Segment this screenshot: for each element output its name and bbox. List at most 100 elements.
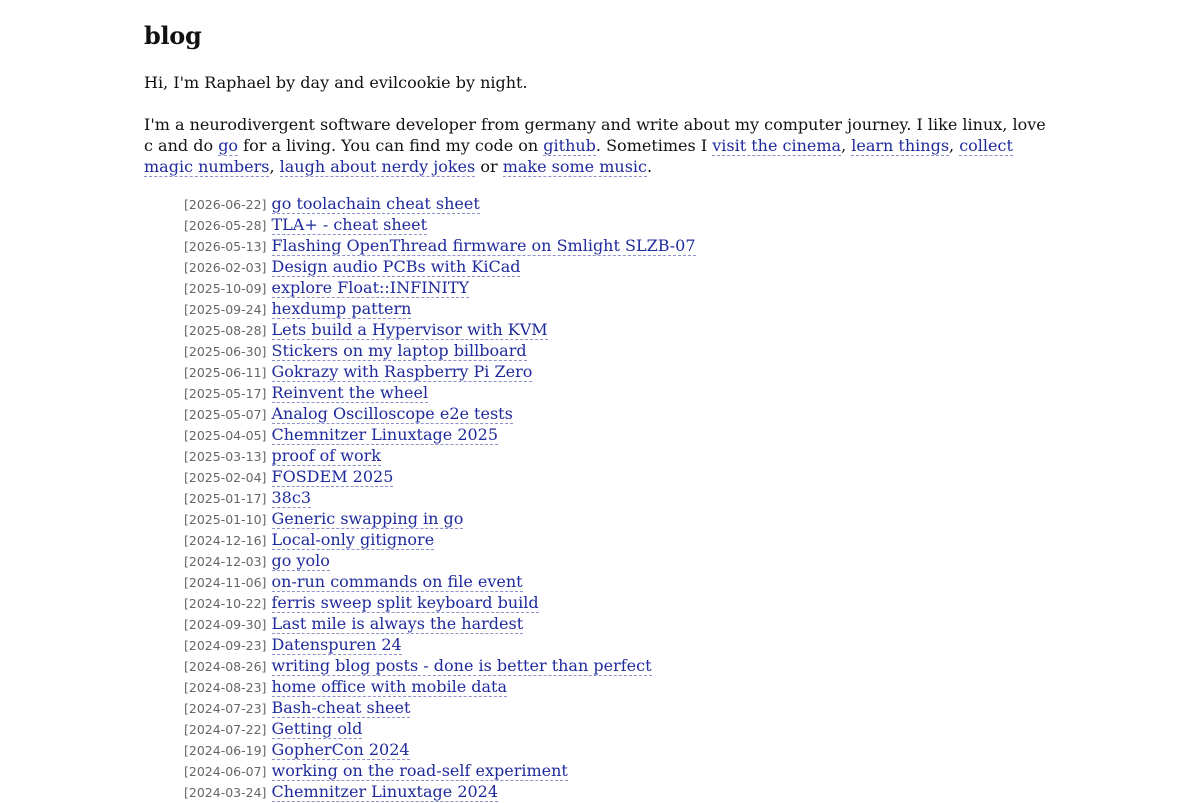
- about-separator: ,: [269, 157, 280, 176]
- post-link[interactable]: go yolo: [271, 551, 330, 571]
- post-list-item: [2025-02-04] FOSDEM 2025: [184, 466, 1048, 487]
- post-link[interactable]: Gokrazy with Raspberry Pi Zero: [271, 362, 533, 382]
- post-list-item: [2024-08-23] home office with mobile dat…: [184, 676, 1048, 697]
- post-list-item: [2026-06-22] go toolachain cheat sheet: [184, 193, 1048, 214]
- post-list-item: [2024-12-03] go yolo: [184, 550, 1048, 571]
- post-link[interactable]: on-run commands on file event: [271, 572, 523, 592]
- about-text-2: for a living. You can find my code on: [238, 136, 544, 155]
- post-link[interactable]: writing blog posts - done is better than…: [271, 656, 652, 676]
- post-link[interactable]: Datenspuren 24: [271, 635, 402, 655]
- post-list-item: [2024-12-16] Local-only gitignore: [184, 529, 1048, 550]
- post-date: [2025-10-09]: [184, 281, 267, 296]
- post-date: [2025-05-17]: [184, 386, 267, 401]
- post-list-item: [2025-01-17] 38c3: [184, 487, 1048, 508]
- post-list-item: [2024-08-26] writing blog posts - done i…: [184, 655, 1048, 676]
- post-list-item: [2024-07-22] Getting old: [184, 718, 1048, 739]
- post-link[interactable]: ferris sweep split keyboard build: [271, 593, 539, 613]
- post-link[interactable]: explore Float::INFINITY: [271, 278, 470, 298]
- post-list-item: [2025-05-17] Reinvent the wheel: [184, 382, 1048, 403]
- post-date: [2025-01-10]: [184, 512, 267, 527]
- about-text-3: . Sometimes I: [595, 136, 713, 155]
- post-date: [2024-09-23]: [184, 638, 267, 653]
- post-list-item: [2024-06-19] GopherCon 2024: [184, 739, 1048, 760]
- greeting-text: Hi, I'm Raphael by day and evilcookie by…: [144, 73, 528, 92]
- post-link[interactable]: Stickers on my laptop billboard: [271, 341, 527, 361]
- page-title: blog: [144, 21, 202, 50]
- post-list-item: [2025-05-07] Analog Oscilloscope e2e tes…: [184, 403, 1048, 424]
- about-text-4: or: [475, 157, 503, 176]
- about-paragraph: I'm a neurodivergent software developer …: [144, 114, 1048, 177]
- post-link[interactable]: Reinvent the wheel: [271, 383, 429, 403]
- post-list-item: [2025-06-11] Gokrazy with Raspberry Pi Z…: [184, 361, 1048, 382]
- about-text-5: .: [646, 157, 653, 176]
- post-list-item: [2025-01-10] Generic swapping in go: [184, 508, 1048, 529]
- post-date: [2025-06-11]: [184, 365, 267, 380]
- post-link[interactable]: FOSDEM 2025: [271, 467, 394, 487]
- post-list-item: [2026-02-03] Design audio PCBs with KiCa…: [184, 256, 1048, 277]
- post-list-item: [2025-03-13] proof of work: [184, 445, 1048, 466]
- post-link[interactable]: Flashing OpenThread firmware on Smlight …: [271, 236, 696, 256]
- post-date: [2024-11-06]: [184, 575, 267, 590]
- post-list-item: [2026-05-28] TLA+ - cheat sheet: [184, 214, 1048, 235]
- post-date: [2024-07-23]: [184, 701, 267, 716]
- post-link[interactable]: go toolachain cheat sheet: [271, 194, 480, 214]
- post-link[interactable]: Chemnitzer Linuxtage 2025: [271, 425, 499, 445]
- post-link[interactable]: home office with mobile data: [271, 677, 508, 697]
- post-date: [2024-06-07]: [184, 764, 267, 779]
- post-link[interactable]: TLA+ - cheat sheet: [271, 215, 428, 235]
- post-link[interactable]: Bash-cheat sheet: [271, 698, 411, 718]
- post-list-item: [2024-10-22] ferris sweep split keyboard…: [184, 592, 1048, 613]
- post-list-item: [2025-09-24] hexdump pattern: [184, 298, 1048, 319]
- make-music-link[interactable]: make some music: [502, 157, 647, 177]
- post-date: [2024-10-22]: [184, 596, 267, 611]
- post-link[interactable]: 38c3: [271, 488, 311, 508]
- post-list-item: [2024-06-07] working on the road-self ex…: [184, 760, 1048, 781]
- laugh-nerdy-jokes-link[interactable]: laugh about nerdy jokes: [279, 157, 476, 177]
- post-date: [2024-07-22]: [184, 722, 267, 737]
- post-list-item: [2025-10-09] explore Float::INFINITY: [184, 277, 1048, 298]
- post-date: [2024-08-23]: [184, 680, 267, 695]
- post-date: [2025-08-28]: [184, 323, 267, 338]
- post-date: [2026-02-03]: [184, 260, 267, 275]
- post-date: [2026-05-13]: [184, 239, 267, 254]
- post-link[interactable]: Design audio PCBs with KiCad: [271, 257, 521, 277]
- post-list-item: [2025-04-05] Chemnitzer Linuxtage 2025: [184, 424, 1048, 445]
- post-link[interactable]: proof of work: [271, 446, 381, 466]
- go-link[interactable]: go: [218, 136, 239, 156]
- post-date: [2026-06-22]: [184, 197, 267, 212]
- post-list-item: [2024-11-06] on-run commands on file eve…: [184, 571, 1048, 592]
- post-list: [2026-06-22] go toolachain cheat sheet [2…: [144, 193, 1048, 802]
- post-list-item: [2025-08-28] Lets build a Hypervisor wit…: [184, 319, 1048, 340]
- post-list-item: [2024-07-23] Bash-cheat sheet: [184, 697, 1048, 718]
- post-date: [2026-05-28]: [184, 218, 267, 233]
- post-link[interactable]: GopherCon 2024: [271, 740, 410, 760]
- post-date: [2025-02-04]: [184, 470, 267, 485]
- post-date: [2025-04-05]: [184, 428, 267, 443]
- post-link[interactable]: Getting old: [271, 719, 363, 739]
- post-date: [2025-05-07]: [184, 407, 267, 422]
- blog-page: blog Hi, I'm Raphael by day and evilcook…: [144, 0, 1048, 802]
- about-separator: ,: [841, 136, 852, 155]
- post-date: [2025-01-17]: [184, 491, 267, 506]
- post-link[interactable]: Generic swapping in go: [271, 509, 464, 529]
- post-date: [2025-09-24]: [184, 302, 267, 317]
- post-date: [2025-03-13]: [184, 449, 267, 464]
- post-list-item: [2025-06-30] Stickers on my laptop billb…: [184, 340, 1048, 361]
- github-link[interactable]: github: [543, 136, 596, 156]
- post-link[interactable]: working on the road-self experiment: [271, 761, 568, 781]
- post-link[interactable]: Lets build a Hypervisor with KVM: [271, 320, 548, 340]
- post-link[interactable]: Local-only gitignore: [271, 530, 435, 550]
- post-date: [2024-12-16]: [184, 533, 267, 548]
- post-date: [2024-06-19]: [184, 743, 267, 758]
- about-separator: ,: [949, 136, 960, 155]
- learn-things-link[interactable]: learn things: [851, 136, 950, 156]
- post-list-item: [2024-09-23] Datenspuren 24: [184, 634, 1048, 655]
- post-date: [2024-09-30]: [184, 617, 267, 632]
- visit-cinema-link[interactable]: visit the cinema: [712, 136, 842, 156]
- post-link[interactable]: Analog Oscilloscope e2e tests: [271, 404, 513, 424]
- post-link[interactable]: Chemnitzer Linuxtage 2024: [271, 782, 499, 802]
- post-link[interactable]: hexdump pattern: [271, 299, 412, 319]
- post-list-item: [2024-09-30] Last mile is always the har…: [184, 613, 1048, 634]
- post-list-item: [2024-03-24] Chemnitzer Linuxtage 2024: [184, 781, 1048, 802]
- post-link[interactable]: Last mile is always the hardest: [271, 614, 524, 634]
